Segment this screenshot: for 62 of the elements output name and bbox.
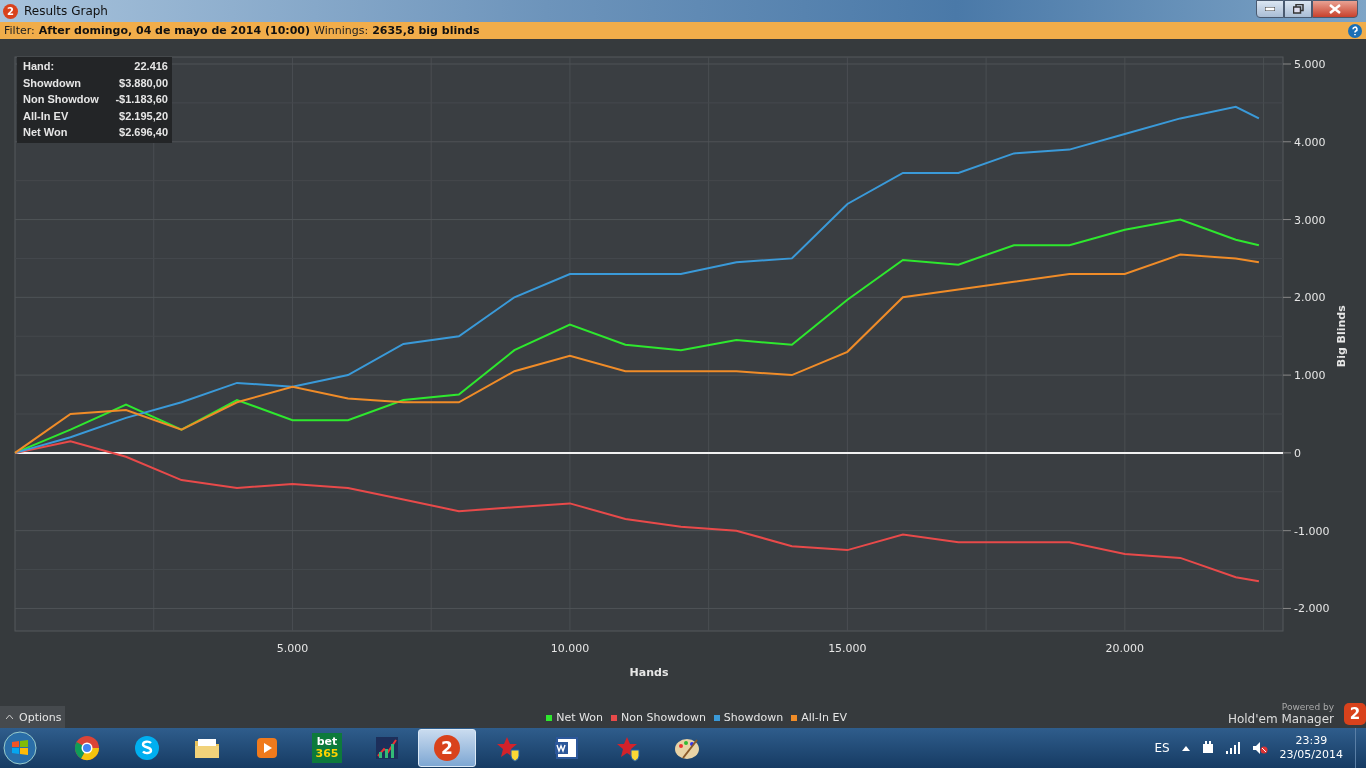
product-name: Hold'em Manager — [1227, 712, 1334, 726]
info-value: 22.416 — [133, 59, 168, 74]
plug-icon[interactable] — [1201, 741, 1214, 755]
info-value: $2.195,20 — [118, 108, 168, 124]
y-axis-title: Big Blinds — [1335, 305, 1348, 368]
x-axis-title: Hands — [629, 666, 669, 679]
language-indicator[interactable]: ES — [1154, 741, 1170, 755]
browser-icon — [73, 734, 101, 762]
winnings-value: 2635,8 big blinds — [372, 24, 480, 37]
x-tick-label: 15.000 — [828, 642, 867, 655]
caret-icon — [6, 715, 13, 719]
x-tick-label: 20.000 — [1105, 642, 1145, 655]
y-tick-label: 5.000 — [1294, 58, 1326, 71]
options-button[interactable]: Options — [0, 706, 66, 728]
taskbar-app-button[interactable]: 2 — [418, 729, 476, 767]
app-logo: 2 — [3, 3, 18, 19]
y-tick-label: -1.000 — [1294, 524, 1330, 538]
window-title: Results Graph — [24, 4, 108, 18]
winnings-label: Winnings: — [314, 24, 369, 37]
close-icon — [1329, 4, 1341, 14]
y-tick-label: 2.000 — [1294, 291, 1326, 305]
info-label: Showdown — [23, 75, 83, 91]
info-label: Non Showdow — [23, 92, 99, 107]
info-label: Hand: — [23, 59, 56, 74]
info-value: -$1.183,60 — [114, 92, 168, 107]
x-tick-label: 5.000 — [276, 642, 309, 655]
legend-label: Showdown — [723, 711, 784, 724]
caret-icon[interactable] — [1181, 745, 1190, 751]
app-logo: 2 — [434, 735, 460, 761]
start-button[interactable] — [3, 731, 37, 765]
legend-label: Non Showdown — [621, 711, 706, 724]
x-tick-label: 10.000 — [550, 642, 590, 655]
y-tick-label: 4.000 — [1294, 135, 1326, 149]
restore-icon — [1292, 4, 1304, 14]
clock-time[interactable]: 23:39 — [1295, 734, 1328, 748]
y-tick-label: -2.000 — [1294, 602, 1330, 616]
taskbar-app-button[interactable]: bet 365 — [298, 729, 356, 767]
minimize-button[interactable] — [1256, 0, 1284, 18]
signal-icon[interactable] — [1225, 742, 1240, 754]
info-value: $3.880,00 — [118, 75, 168, 91]
product-logo: 2 — [1344, 703, 1366, 725]
minimize-icon — [1265, 7, 1275, 11]
filter-value: After domingo, 04 de mayo de 2014 (10:00) — [38, 24, 311, 37]
help-icon[interactable] — [1348, 23, 1362, 38]
info-value: $2.696,40 — [118, 125, 168, 140]
info-label: Net Won — [23, 125, 69, 140]
maximize-button[interactable] — [1284, 0, 1312, 18]
muted-speaker-icon[interactable] — [1251, 741, 1268, 755]
y-tick-label: 3.000 — [1294, 213, 1326, 227]
document-icon — [553, 734, 581, 762]
clock-date[interactable]: 23/05/2014 — [1279, 748, 1343, 762]
y-tick-label: 1.000 — [1294, 369, 1326, 383]
legend-label: Net Won — [556, 711, 604, 724]
app-logo: bet 365 — [312, 733, 342, 763]
legend-label: All-In EV — [801, 711, 848, 724]
close-button[interactable] — [1312, 0, 1358, 18]
chart-icon — [373, 734, 401, 762]
chat-icon — [133, 734, 161, 762]
filter-label: Filter: — [4, 24, 35, 37]
info-label: All-In EV — [23, 108, 70, 124]
y-tick-label: 0 — [1294, 446, 1301, 460]
powered-by-text: Powered by — [1281, 702, 1334, 712]
